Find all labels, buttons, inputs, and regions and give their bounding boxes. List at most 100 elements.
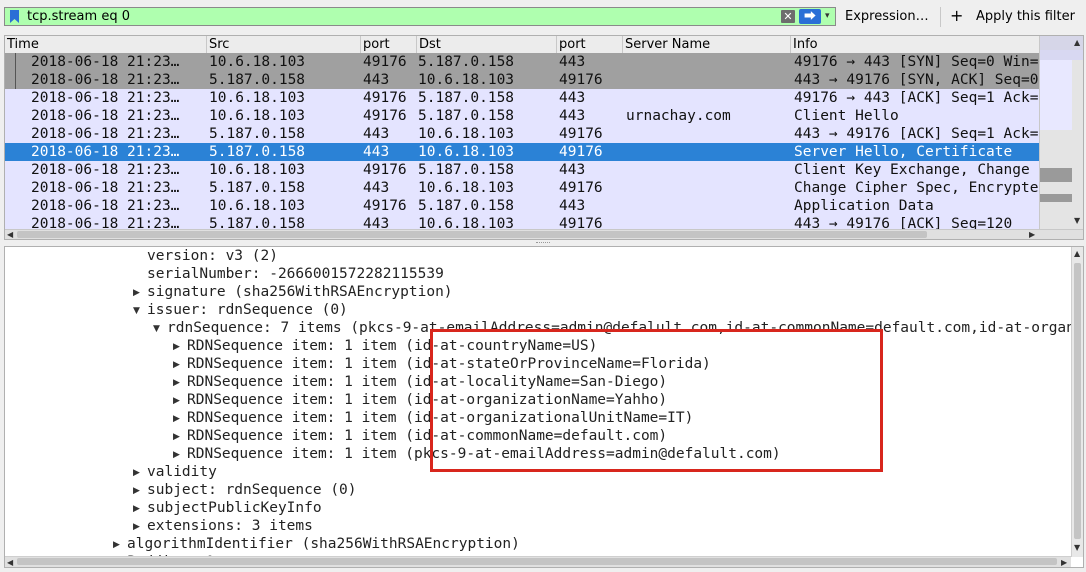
cell-time: 2018-06-18 21:23… bbox=[31, 90, 180, 106]
cell-time: 2018-06-18 21:23… bbox=[31, 54, 180, 70]
expand-arrow-icon[interactable]: ▶ bbox=[173, 428, 187, 446]
scroll-right-icon[interactable]: ▶ bbox=[1061, 558, 1067, 567]
filter-input[interactable]: tcp.stream eq 0 bbox=[27, 8, 130, 25]
detail-text: RDNSequence item: 1 item (id-at-countryN… bbox=[187, 338, 598, 354]
details-hscrollbar[interactable]: ◀ ▶ bbox=[5, 556, 1071, 567]
packet-row[interactable]: 2018-06-18 21:23… 5.187.0.158 443 10.6.18.1… bbox=[5, 179, 1039, 197]
packet-details-pane: version: v3 (2) serialNumber: -2666001572… bbox=[4, 246, 1084, 568]
scroll-thumb[interactable] bbox=[17, 558, 1057, 565]
cell-sport: 49176 bbox=[363, 108, 407, 124]
detail-text: extensions: 3 items bbox=[147, 518, 313, 534]
cell-dport: 443 bbox=[559, 108, 586, 124]
detail-tree-item[interactable]: ▶ RDNSequence item: 1 item (id-at-country… bbox=[173, 337, 597, 355]
packet-row[interactable]: 2018-06-18 21:23… 5.187.0.158 443 10.6.18.1… bbox=[5, 215, 1039, 229]
packet-row[interactable]: 2018-06-18 21:23… 10.6.18.103 49176 5.187.0… bbox=[5, 53, 1039, 71]
detail-tree-item[interactable]: ▶ subject: rdnSequence (0) bbox=[133, 481, 357, 499]
scroll-left-icon[interactable]: ◀ bbox=[7, 230, 13, 239]
cell-info: Client Key Exchange, Change bbox=[794, 162, 1030, 178]
cell-src: 5.187.0.158 bbox=[209, 216, 306, 229]
column-header-server-name[interactable]: Server Name bbox=[623, 36, 791, 53]
collapse-arrow-icon[interactable]: ▼ bbox=[133, 302, 147, 320]
column-header-src-port[interactable]: port bbox=[361, 36, 417, 53]
detail-tree-item[interactable]: ▶ extensions: 3 items bbox=[133, 517, 313, 535]
cell-src: 5.187.0.158 bbox=[209, 72, 306, 88]
column-header-dst-port[interactable]: port bbox=[557, 36, 623, 53]
scroll-left-icon[interactable]: ◀ bbox=[7, 558, 13, 567]
minimap-band bbox=[1040, 194, 1072, 202]
cell-dport: 49176 bbox=[559, 144, 603, 160]
scroll-up-icon[interactable]: ▲ bbox=[1074, 249, 1080, 258]
detail-tree-item[interactable]: ▶ RDNSequence item: 1 item (id-at-organiz… bbox=[173, 391, 667, 409]
detail-tree-item[interactable]: ▶ RDNSequence item: 1 item (id-at-commonN… bbox=[173, 427, 667, 445]
scroll-up-icon[interactable]: ▲ bbox=[1074, 38, 1080, 47]
expand-arrow-icon[interactable]: ▶ bbox=[173, 338, 187, 356]
packet-row[interactable]: 2018-06-18 21:23… 5.187.0.158 443 10.6.18.1… bbox=[5, 71, 1039, 89]
detail-tree-item[interactable]: ▶ RDNSequence item: 1 item (id-at-localit… bbox=[173, 373, 667, 391]
minimap-band bbox=[1040, 60, 1072, 130]
detail-text: subject: rdnSequence (0) bbox=[147, 482, 357, 498]
detail-tree-item[interactable]: ▶ algorithmIdentifier (sha256WithRSAEncry… bbox=[113, 535, 520, 553]
cell-src: 5.187.0.158 bbox=[209, 144, 306, 160]
conversation-bracket bbox=[15, 71, 16, 89]
expand-arrow-icon[interactable]: ▶ bbox=[113, 536, 127, 554]
details-vscrollbar[interactable]: ▲ ▼ bbox=[1071, 247, 1083, 557]
detail-tree-item[interactable]: ▶ RDNSequence item: 1 item (pkcs-9-at-ema… bbox=[173, 445, 781, 463]
scroll-right-icon[interactable]: ▶ bbox=[1029, 230, 1035, 239]
detail-tree-item[interactable]: ▶ validity bbox=[133, 463, 217, 481]
column-header-src[interactable]: Src bbox=[207, 36, 361, 53]
detail-text: RDNSequence item: 1 item (id-at-organiza… bbox=[187, 392, 668, 408]
detail-text: version: v3 (2) bbox=[147, 248, 278, 264]
packet-row[interactable]: 2018-06-18 21:23… 10.6.18.103 49176 5.187.0… bbox=[5, 107, 1039, 125]
column-header-time[interactable]: Time bbox=[5, 36, 207, 53]
detail-tree-item[interactable]: ▶ RDNSequence item: 1 item (id-at-organiz… bbox=[173, 409, 693, 427]
detail-tree-item[interactable]: ▼ issuer: rdnSequence (0) bbox=[133, 301, 348, 319]
detail-tree-item[interactable]: ▶ subjectPublicKeyInfo bbox=[133, 499, 322, 517]
cell-src: 5.187.0.158 bbox=[209, 126, 306, 142]
scroll-down-icon[interactable]: ▼ bbox=[1074, 543, 1080, 552]
expand-arrow-icon[interactable]: ▶ bbox=[173, 392, 187, 410]
cell-dst: 10.6.18.103 bbox=[418, 72, 515, 88]
column-header-info[interactable]: Info bbox=[791, 36, 1039, 53]
cell-src: 5.187.0.158 bbox=[209, 180, 306, 196]
detail-text: algorithmIdentifier (sha256WithRSAEncryp… bbox=[127, 536, 520, 552]
expand-arrow-icon[interactable]: ▶ bbox=[173, 446, 187, 464]
packet-row[interactable]: 2018-06-18 21:23… 10.6.18.103 49176 5.187.0… bbox=[5, 89, 1039, 107]
cell-dst: 10.6.18.103 bbox=[418, 180, 515, 196]
column-header-dst[interactable]: Dst bbox=[417, 36, 557, 53]
apply-arrow-icon[interactable]: ⮕ bbox=[799, 9, 821, 24]
detail-tree-item[interactable]: ▼ rdnSequence: 7 items (pkcs-9-at-emailAd… bbox=[153, 319, 1083, 338]
expand-arrow-icon[interactable]: ▶ bbox=[173, 410, 187, 428]
packet-row[interactable]: 2018-06-18 21:23… 5.187.0.158 443 10.6.18.1… bbox=[5, 143, 1039, 161]
packet-row[interactable]: 2018-06-18 21:23… 10.6.18.103 49176 5.187.0… bbox=[5, 161, 1039, 179]
collapse-arrow-icon[interactable]: ▼ bbox=[153, 320, 167, 338]
expand-arrow-icon[interactable]: ▶ bbox=[133, 284, 147, 302]
detail-tree-item[interactable]: serialNumber: -2666001572282115539 bbox=[133, 265, 444, 283]
detail-tree-item[interactable]: ▶ RDNSequence item: 1 item (id-at-stateOr… bbox=[173, 355, 711, 373]
expand-arrow-icon[interactable]: ▶ bbox=[173, 356, 187, 374]
chevron-down-icon[interactable]: ▾ bbox=[825, 10, 835, 23]
cell-dst: 10.6.18.103 bbox=[418, 144, 515, 160]
expand-arrow-icon[interactable]: ▶ bbox=[133, 518, 147, 536]
expand-arrow-icon[interactable]: ▶ bbox=[173, 374, 187, 392]
scroll-down-icon[interactable]: ▼ bbox=[1074, 216, 1080, 225]
detail-tree-item[interactable]: ▶ signature (sha256WithRSAEncryption) bbox=[133, 283, 453, 301]
expand-arrow-icon[interactable]: ▶ bbox=[133, 464, 147, 482]
scroll-thumb[interactable] bbox=[17, 231, 927, 238]
display-filter-field[interactable]: tcp.stream eq 0 ✕ ⮕ ▾ bbox=[4, 7, 836, 26]
expression-button[interactable]: Expression… bbox=[845, 9, 929, 24]
clear-filter-icon[interactable]: ✕ bbox=[781, 10, 795, 23]
detail-tree-item[interactable]: version: v3 (2) bbox=[133, 247, 278, 265]
packet-list-hscrollbar[interactable]: ◀ ▶ bbox=[5, 229, 1083, 239]
plus-icon[interactable]: + bbox=[950, 6, 963, 25]
expand-arrow-icon[interactable]: ▶ bbox=[133, 482, 147, 500]
packet-row[interactable]: 2018-06-18 21:23… 5.187.0.158 443 10.6.18.1… bbox=[5, 125, 1039, 143]
packet-row[interactable]: 2018-06-18 21:23… 10.6.18.103 49176 5.187.0… bbox=[5, 197, 1039, 215]
scroll-thumb[interactable] bbox=[1074, 263, 1081, 539]
packet-list-minimap-scrollbar[interactable]: ▲ ▼ bbox=[1039, 36, 1083, 229]
apply-filter-button[interactable]: Apply this filter bbox=[976, 9, 1075, 24]
expand-arrow-icon[interactable]: ▶ bbox=[133, 500, 147, 518]
cell-sport: 49176 bbox=[363, 198, 407, 214]
detail-text: RDNSequence item: 1 item (id-at-organiza… bbox=[187, 410, 694, 426]
bookmark-icon[interactable] bbox=[10, 10, 19, 23]
detail-text: RDNSequence item: 1 item (id-at-locality… bbox=[187, 374, 668, 390]
